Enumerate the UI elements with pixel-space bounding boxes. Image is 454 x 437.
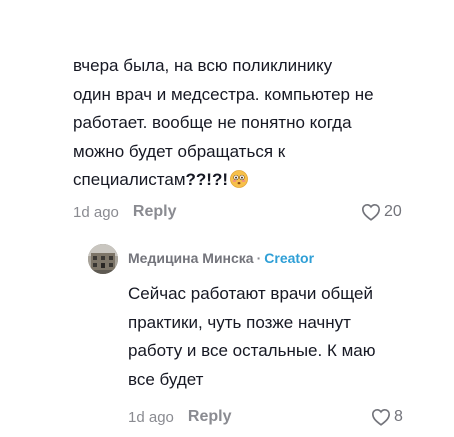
reply-author-name[interactable]: Медицина Минска	[128, 250, 254, 266]
heart-icon	[361, 203, 381, 221]
reply-author-line: Медицина Минска · Creator	[128, 250, 314, 266]
author-separator: ·	[256, 250, 262, 266]
reply-like-button[interactable]: 8	[371, 408, 403, 426]
comment-reply-button[interactable]: Reply	[133, 203, 177, 221]
reply-like-count: 8	[394, 408, 403, 425]
comment-meta: 1d ago Reply	[73, 203, 176, 221]
comment-text: вчера была, на всю поликлинику один врач…	[73, 52, 423, 195]
reply-meta: 1d ago Reply	[128, 408, 231, 426]
reply-text: Сейчас работают врачи общей практики, чу…	[128, 284, 376, 389]
comment-text-emphasis: ??!?!	[185, 170, 228, 189]
reply-reply-button[interactable]: Reply	[188, 408, 232, 426]
reply-timestamp: 1d ago	[128, 408, 174, 426]
building-photo-icon	[88, 244, 118, 274]
creator-badge: Creator	[264, 250, 315, 266]
heart-icon	[371, 408, 391, 426]
creator-avatar[interactable]	[88, 244, 118, 274]
flushed-face-emoji-icon	[230, 170, 248, 188]
comment-timestamp: 1d ago	[73, 203, 119, 221]
comment-like-button[interactable]: 20	[361, 203, 402, 221]
comment-like-count: 20	[384, 203, 402, 220]
